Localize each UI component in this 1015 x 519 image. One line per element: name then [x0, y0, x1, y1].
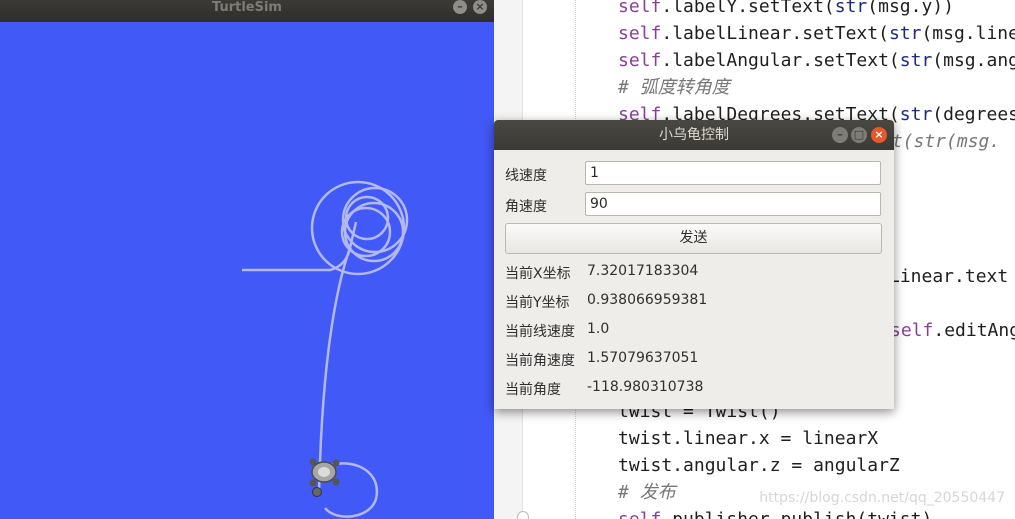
code-line: self.labelY.setText(str(msg.y)) — [618, 0, 954, 20]
code-token: (degrees — [932, 104, 1015, 125]
code-token: # 发布 — [618, 482, 676, 503]
code-token: twist.angular.z = angularZ — [618, 455, 900, 476]
x-coordinate-value: 7.32017183304 — [587, 263, 699, 279]
angular-speed-label: 角速度 — [505, 199, 547, 215]
fold-marker-icon[interactable] — [517, 511, 529, 519]
code-token: # 弧度转角度 — [618, 77, 730, 98]
send-button[interactable]: 发送 — [505, 223, 882, 254]
code-line: # 弧度转角度 — [618, 74, 730, 101]
angular-speed-input[interactable] — [585, 192, 881, 216]
code-token: (msg.ang — [932, 50, 1015, 71]
code-line: twist.linear.x = linearX — [618, 425, 878, 452]
close-icon[interactable]: × — [473, 0, 487, 14]
code-token: self — [890, 320, 934, 341]
code-token: twist.linear.x = linearX — [618, 428, 879, 449]
code-line: # 发布 — [618, 479, 676, 506]
turtle-icon — [309, 458, 340, 497]
code-token: str — [888, 23, 922, 44]
code-token: str — [899, 50, 933, 71]
code-line: self.labelAngular.setText(str(msg.ang — [618, 47, 1015, 74]
minimize-icon[interactable]: – — [453, 0, 467, 14]
current-angle-value: -118.980310738 — [587, 379, 704, 395]
code-token: .labelAngular.setText( — [661, 50, 900, 71]
code-token: .publisher.publish(twist) — [661, 509, 932, 519]
code-token: self — [618, 0, 662, 17]
code-token: self — [618, 50, 662, 71]
turtle-control-dialog: 小乌龟控制 – □ × 线速度 角速度 发送 当前X坐标 7.320171833… — [494, 120, 894, 409]
code-token: Linear.text — [889, 266, 1009, 287]
code-token: str — [899, 104, 933, 125]
code-token: self — [618, 509, 661, 519]
turtlesim-window: TurtleSim – × — [0, 0, 494, 519]
code-token: .labelY.setText( — [661, 0, 835, 17]
x-coordinate-label: 当前X坐标 — [505, 266, 571, 282]
code-token: .editAng — [933, 320, 1015, 341]
code-token: str — [834, 0, 868, 17]
minimize-icon[interactable]: – — [832, 127, 848, 143]
code-token: (msg.y)) — [867, 0, 954, 17]
code-token: (msg.line — [921, 23, 1015, 44]
code-line: twist.angular.z = angularZ — [618, 452, 900, 479]
current-angular-speed-value: 1.57079637051 — [587, 350, 699, 366]
code-line: Linear.text — [889, 263, 1008, 290]
code-token: self — [618, 23, 662, 44]
y-coordinate-label: 当前Y坐标 — [505, 295, 570, 311]
turtlesim-canvas — [242, 180, 409, 518]
current-angle-label: 当前角度 — [505, 382, 561, 398]
y-coordinate-value: 0.938066959381 — [587, 292, 708, 308]
maximize-icon[interactable]: □ — [851, 127, 867, 143]
linear-speed-input[interactable] — [585, 161, 881, 185]
turtlesim-title: TurtleSim — [212, 0, 282, 15]
close-icon[interactable]: × — [871, 127, 887, 143]
watermark: https://blog.csdn.net/qq_20550447 — [759, 490, 1005, 506]
code-line: xt(str(msg. — [881, 128, 1000, 155]
current-linear-speed-label: 当前线速度 — [505, 324, 575, 340]
code-line: self.labelLinear.setText(str(msg.line — [618, 20, 1015, 47]
current-linear-speed-value: 1.0 — [587, 321, 610, 337]
current-angular-speed-label: 当前角速度 — [505, 353, 575, 369]
linear-speed-label: 线速度 — [505, 168, 547, 184]
dialog-titlebar[interactable]: 小乌龟控制 – □ × — [494, 120, 894, 150]
code-line: self.publisher.publish(twist) — [618, 506, 932, 519]
code-token: .labelLinear.setText( — [661, 23, 889, 44]
code-token: xt(str(msg. — [881, 131, 1001, 152]
code-line: self.editAng — [890, 317, 1015, 344]
turtlesim-titlebar: TurtleSim – × — [0, 0, 494, 22]
